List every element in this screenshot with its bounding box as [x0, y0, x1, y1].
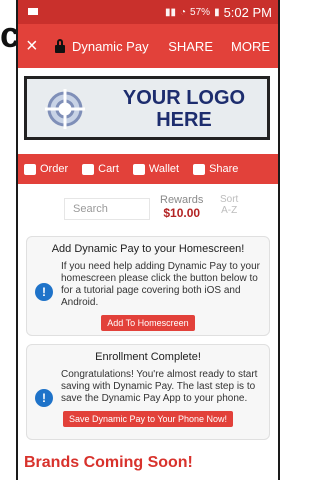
lock-body	[55, 45, 65, 53]
share-icon	[193, 163, 206, 175]
sort-label: Sort	[220, 194, 239, 205]
search-input[interactable]: Search	[64, 198, 150, 220]
nav-item-wallet[interactable]: Wallet	[132, 163, 180, 175]
action-nav: Order Cart Wallet Share	[18, 154, 278, 184]
rewards-display: Rewards $10.00	[160, 194, 203, 220]
card-homescreen: ! Add Dynamic Pay to your Homescreen! If…	[26, 236, 270, 336]
logo-line-2: HERE	[156, 109, 212, 131]
logo-line-1: YOUR LOGO	[122, 87, 246, 109]
status-bar: ▮▮ ◔ 57% ▮ 5:02 PM	[18, 0, 278, 24]
bag-icon	[24, 163, 36, 175]
card-title: Add Dynamic Pay to your Homescreen!	[51, 243, 245, 255]
signal-icon: ▮▮	[164, 6, 176, 18]
battery-icon: ▮	[214, 6, 220, 18]
info-icon: !	[35, 283, 53, 301]
page-content: YOUR LOGO HERE Order Cart Wallet Share S…	[18, 68, 278, 480]
brands-heading: Brands Coming Soon!	[24, 454, 193, 471]
nav-item-label: Wallet	[148, 163, 180, 175]
lock-icon	[54, 39, 66, 53]
nav-item-cart[interactable]: Cart	[82, 163, 119, 175]
info-icon: !	[35, 389, 53, 407]
sort-order: A-Z	[221, 205, 238, 216]
cart-icon	[82, 163, 95, 175]
wallet-icon	[132, 163, 145, 175]
nav-item-label: Cart	[98, 163, 119, 175]
target-logo-icon	[45, 89, 85, 129]
notification-icon	[28, 8, 38, 15]
battery-percent: 57%	[190, 6, 211, 18]
logo-text: YOUR LOGO HERE	[109, 87, 259, 131]
save-app-button[interactable]: Save Dynamic Pay to Your Phone Now!	[62, 411, 234, 427]
add-to-homescreen-button[interactable]: Add To Homescreen	[101, 315, 195, 331]
nav-item-label: Order	[40, 163, 69, 175]
rewards-value: $10.00	[163, 206, 201, 220]
card-text: Congratulations! You're almost ready to …	[61, 369, 258, 404]
card-text: If you need help adding Dynamic Pay to y…	[61, 261, 261, 308]
status-icons: ▮▮ ◔ 57% ▮	[165, 7, 220, 18]
app-bar: × Dynamic Pay SHARE MORE	[18, 24, 278, 68]
more-button[interactable]: MORE	[231, 39, 270, 54]
card-enrollment: ! Enrollment Complete! Congratulations! …	[26, 344, 270, 440]
search-row: Search Rewards $10.00 Sort A-Z	[18, 192, 278, 232]
status-time: 5:02 PM	[223, 4, 272, 20]
rewards-label: Rewards	[160, 194, 204, 206]
close-icon[interactable]: ×	[26, 36, 44, 56]
share-button[interactable]: SHARE	[168, 39, 213, 54]
nav-item-label: Share	[209, 163, 239, 175]
sort-button[interactable]: Sort A-Z	[220, 194, 238, 216]
logo-banner: YOUR LOGO HERE	[24, 76, 270, 140]
nav-item-share[interactable]: Share	[193, 163, 238, 175]
card-title: Enrollment Complete!	[95, 351, 201, 363]
app-title: Dynamic Pay	[72, 38, 149, 54]
wifi-icon: ◔	[180, 6, 187, 18]
nav-item-order[interactable]: Order	[24, 163, 68, 175]
